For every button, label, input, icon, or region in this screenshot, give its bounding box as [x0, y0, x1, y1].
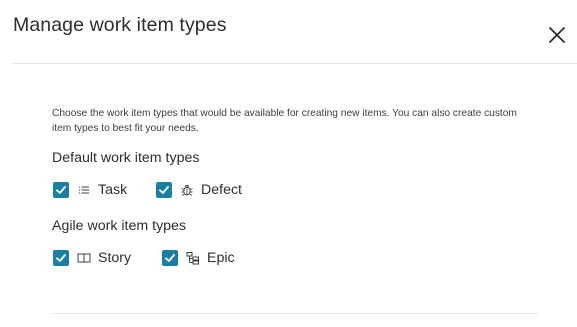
dialog-title: Manage work item types	[13, 14, 227, 36]
option-story[interactable]: Story	[53, 247, 131, 269]
dialog-description: Choose the work item types that would be…	[52, 108, 517, 134]
section-title-default: Default work item types	[52, 150, 200, 166]
checkmark-icon	[56, 186, 66, 194]
story-label: Story	[98, 250, 132, 266]
book-icon	[77, 251, 91, 265]
option-epic[interactable]: Epic	[162, 247, 235, 269]
header-divider	[13, 63, 577, 64]
section-title-agile: Agile work item types	[52, 218, 187, 234]
checkmark-icon	[165, 254, 175, 262]
bug-icon	[180, 183, 194, 197]
task-checkbox[interactable]	[53, 182, 69, 198]
option-defect[interactable]: Defect	[156, 179, 242, 201]
defect-label: Defect	[201, 182, 243, 198]
checkmark-icon	[56, 254, 66, 262]
epic-label: Epic	[207, 250, 235, 266]
checkmark-icon	[159, 186, 169, 194]
dialog-header: Manage work item types	[0, 0, 577, 64]
hierarchy-icon	[186, 251, 200, 265]
manage-work-item-types-dialog: Manage work item types Choose the work i…	[0, 0, 577, 327]
epic-checkbox[interactable]	[162, 250, 178, 266]
task-label: Task	[98, 182, 128, 198]
close-button[interactable]	[546, 24, 568, 46]
close-icon	[549, 27, 565, 43]
option-task[interactable]: Task	[53, 179, 127, 201]
defect-checkbox[interactable]	[156, 182, 172, 198]
task-list-icon	[77, 183, 91, 197]
story-checkbox[interactable]	[53, 250, 69, 266]
footer-divider	[53, 313, 538, 314]
